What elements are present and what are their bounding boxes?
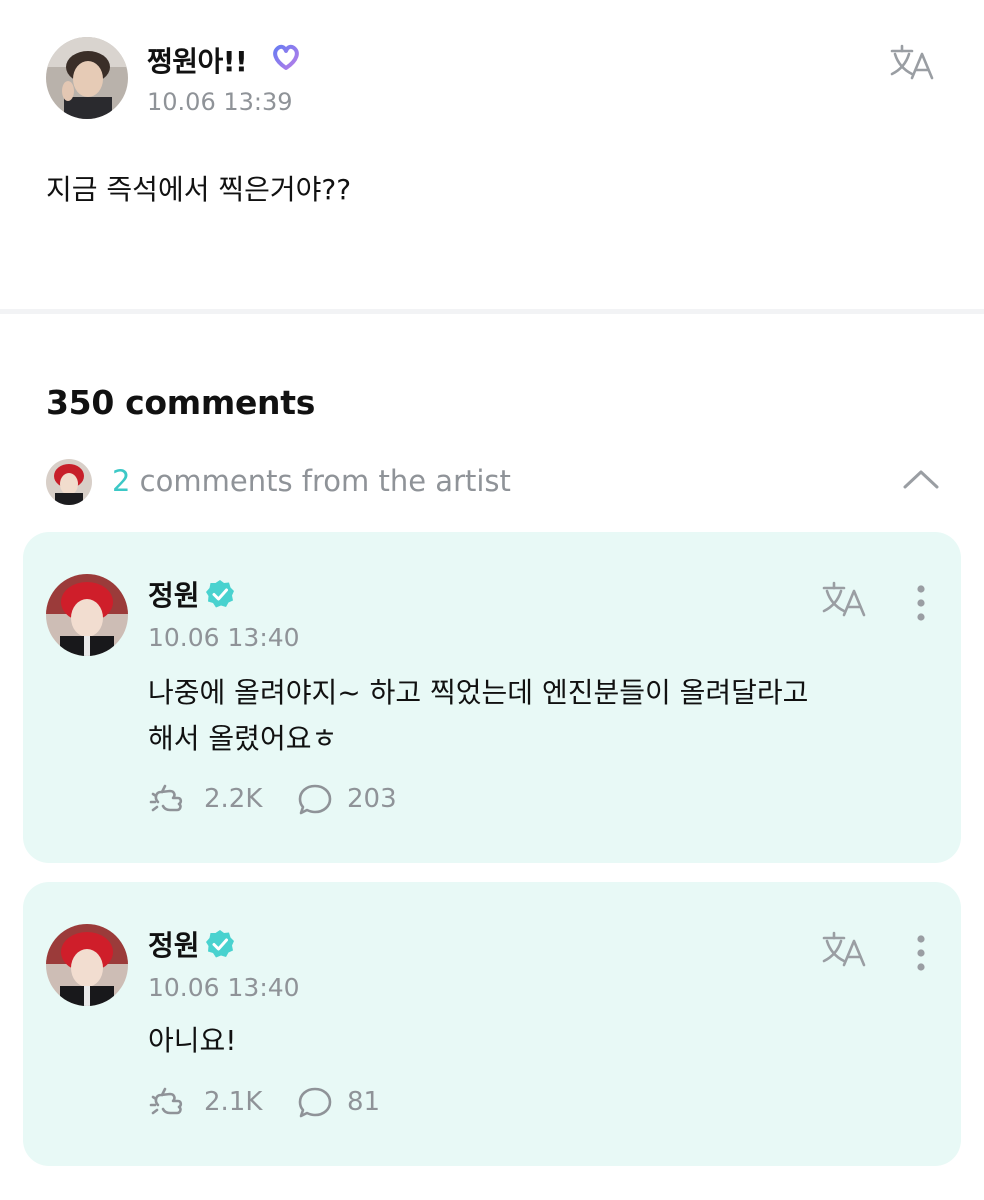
comment-stats: 2.2K 203 [148, 782, 648, 822]
cheer-icon[interactable] [148, 782, 186, 818]
translate-icon[interactable] [820, 579, 870, 619]
commenter-avatar[interactable] [46, 574, 128, 656]
chevron-up-icon[interactable] [902, 467, 940, 491]
comment-timestamp: 10.06 13:40 [148, 623, 300, 652]
post-timestamp: 10.06 13:39 [147, 88, 293, 116]
reply-count: 203 [347, 784, 397, 814]
comment-text-line: 해서 올렸어요ㅎ [148, 722, 338, 755]
artist-comment-count: 2 [112, 464, 131, 498]
translate-icon[interactable] [820, 929, 870, 969]
comment-text-line: 나중에 올려야지~ 하고 찍었는데 엔진분들이 올려달라고 [148, 676, 809, 709]
comment-text-line: 아니요! [148, 1024, 237, 1057]
comment-stats: 2.1K 81 [148, 1085, 648, 1125]
artist-comments-toggle[interactable]: 2 comments from the artist [46, 459, 946, 507]
post-author-avatar[interactable] [46, 37, 128, 119]
heart-badge-icon [273, 44, 299, 70]
cheer-count: 2.2K [204, 784, 263, 814]
comment-text: 나중에 올려야지~ 하고 찍었는데 엔진분들이 올려달라고 해서 올렸어요ㅎ [148, 670, 938, 762]
comment-timestamp: 10.06 13:40 [148, 973, 300, 1002]
section-divider [0, 309, 984, 314]
artist-comment-text: comments from the artist [139, 464, 511, 498]
cheer-count: 2.1K [204, 1087, 263, 1117]
artist-comment-card: 정원 10.06 13:40 나중에 올려야지~ 하고 찍었는데 엔진분들이 올… [23, 532, 961, 863]
reply-bubble-icon[interactable] [297, 782, 335, 818]
reply-count: 81 [347, 1087, 381, 1117]
verified-badge-icon [206, 930, 234, 958]
commenter-name[interactable]: 정원 [148, 924, 200, 964]
commenter-name[interactable]: 정원 [148, 574, 200, 614]
commenter-avatar[interactable] [46, 924, 128, 1006]
comment-text: 아니요! [148, 1018, 938, 1064]
more-options-icon[interactable] [911, 934, 931, 974]
more-options-icon[interactable] [911, 584, 931, 624]
artist-comments-label: 2 comments from the artist [112, 464, 511, 498]
cheer-icon[interactable] [148, 1085, 186, 1121]
reply-bubble-icon[interactable] [297, 1085, 335, 1121]
translate-icon[interactable] [888, 42, 938, 82]
artist-comment-card: 정원 10.06 13:40 아니요! 2.1K 81 [23, 882, 961, 1166]
post-body: 지금 즉석에서 찍은거야?? [46, 173, 352, 206]
post-header: 쩡원아!! 10.06 13:39 [46, 37, 946, 121]
post-author-name[interactable]: 쩡원아!! [147, 40, 248, 80]
verified-badge-icon [206, 580, 234, 608]
comments-count-heading: 350 comments [46, 383, 316, 422]
artist-avatar [46, 459, 92, 505]
